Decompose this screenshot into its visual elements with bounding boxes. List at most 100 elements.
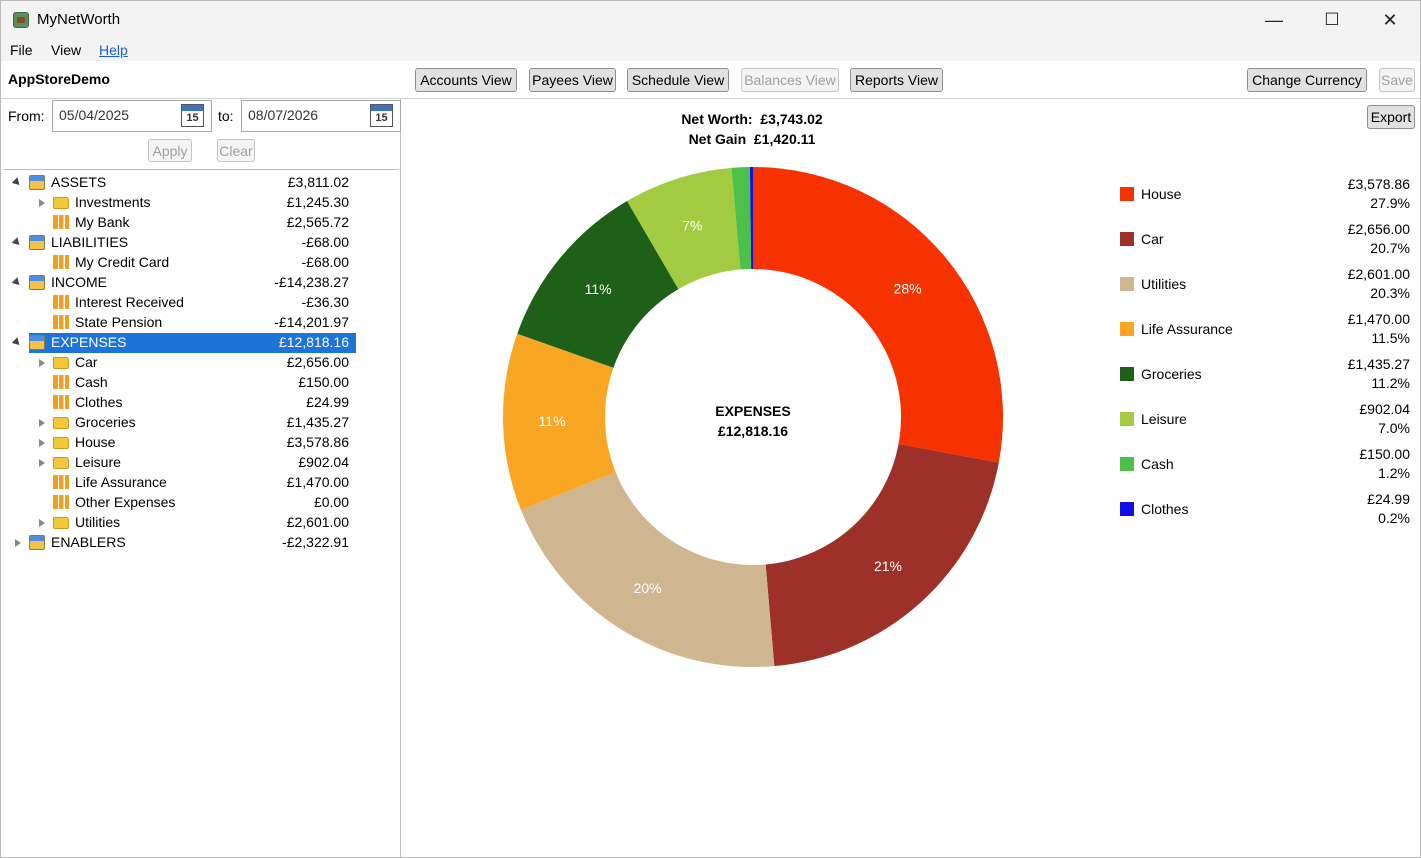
apply-button[interactable]: Apply [148, 139, 192, 162]
tree-item-name: Investments [75, 194, 151, 210]
to-date-picker[interactable]: 08/07/2026 15 [241, 100, 401, 132]
tree-row[interactable]: ASSETS £3,811.02 [3, 173, 399, 193]
reports-view-button[interactable]: Reports View [850, 68, 943, 92]
from-date-value: 05/04/2025 [59, 107, 130, 123]
tree-item-amount: £24.99 [306, 394, 349, 410]
category-icon [53, 475, 69, 489]
tree-item-amount: -£68.00 [301, 254, 349, 270]
collapsed-arrow-icon[interactable] [39, 359, 45, 367]
tree-row[interactable]: Groceries £1,435.27 [3, 413, 399, 433]
folder-icon [53, 517, 69, 529]
schedule-view-button[interactable]: Schedule View [627, 68, 729, 92]
tree-row[interactable]: Investments £1,245.30 [3, 193, 399, 213]
calendar-icon[interactable]: 15 [181, 104, 204, 127]
minimize-button[interactable]: — [1245, 1, 1303, 39]
legend-item: Clothes £24.99 0.2% [1120, 488, 1416, 528]
category-icon [53, 295, 69, 309]
menu-view[interactable]: View [51, 42, 81, 58]
tree-row[interactable]: My Credit Card -£68.00 [3, 253, 399, 273]
donut-slice-car[interactable] [765, 444, 999, 667]
tree-item-amount: £1,470.00 [286, 474, 349, 490]
payees-view-button[interactable]: Payees View [529, 68, 616, 92]
tree-item-amount: -£14,238.27 [274, 274, 349, 290]
collapsed-arrow-icon[interactable] [39, 439, 45, 447]
expanded-arrow-icon[interactable] [11, 277, 23, 288]
account-icon [29, 175, 45, 190]
tree-row[interactable]: Utilities £2,601.00 [3, 513, 399, 533]
collapsed-arrow-icon[interactable] [39, 419, 45, 427]
from-date-picker[interactable]: 05/04/2025 15 [52, 100, 212, 132]
legend-item: Life Assurance £1,470.00 11.5% [1120, 308, 1416, 348]
calendar-icon[interactable]: 15 [370, 104, 393, 127]
tree-item-amount: £0.00 [313, 494, 349, 510]
tree-row[interactable]: LIABILITIES -£68.00 [3, 233, 399, 253]
tree-item-name: Leisure [75, 454, 121, 470]
balances-view-button[interactable]: Balances View [741, 68, 839, 92]
maximize-button[interactable]: ☐ [1303, 1, 1361, 39]
tree-item-amount: £902.04 [298, 454, 349, 470]
export-button[interactable]: Export [1367, 105, 1415, 129]
tree-row[interactable]: Cash £150.00 [3, 373, 399, 393]
account-icon [29, 235, 45, 250]
expenses-donut-chart[interactable]: 28% 21% 20% 11% 11% 7% EXPENSES £12,818.16 [402, 99, 1102, 799]
slice-percent-label: 11% [585, 281, 612, 297]
tree-item-name: Utilities [75, 514, 121, 530]
tree-row[interactable]: House £3,578.86 [3, 433, 399, 453]
tree-item-name: House [75, 434, 116, 450]
tree-row[interactable]: INCOME -£14,238.27 [3, 273, 399, 293]
tree-row[interactable]: Other Expenses £0.00 [3, 493, 399, 513]
chart-center-value: £12,818.16 [718, 423, 788, 439]
tree-row[interactable]: My Bank £2,565.72 [3, 213, 399, 233]
category-icon [53, 495, 69, 509]
legend-percent: 27.9% [1370, 195, 1410, 211]
collapsed-arrow-icon[interactable] [39, 459, 45, 467]
tree-row[interactable]: Car £2,656.00 [3, 353, 399, 373]
collapsed-arrow-icon[interactable] [15, 539, 21, 547]
tree-item-name: INCOME [51, 274, 107, 290]
close-button[interactable]: ✕ [1361, 1, 1419, 39]
tree-item-amount: £150.00 [298, 374, 349, 390]
tree-item-amount: £3,811.02 [287, 174, 349, 190]
tree-row[interactable]: State Pension -£14,201.97 [3, 313, 399, 333]
save-button[interactable]: Save [1379, 68, 1415, 92]
folder-icon [53, 417, 69, 429]
change-currency-button[interactable]: Change Currency [1247, 68, 1367, 92]
tree-item-amount: £2,565.72 [286, 214, 349, 230]
legend-amount: £3,578.86 [1347, 176, 1410, 192]
account-tree[interactable]: ASSETS £3,811.02 Investments £1,245.30 My Ba… [3, 169, 399, 857]
accounts-view-button[interactable]: Accounts View [415, 68, 517, 92]
donut-slice-utilities[interactable] [520, 472, 775, 667]
tree-row[interactable]: Interest Received -£36.30 [3, 293, 399, 313]
tree-item-amount: -£36.30 [301, 294, 349, 310]
report-area: Net Worth: £3,743.02 Net Gain £1,420.11 … [402, 99, 1420, 857]
collapsed-arrow-icon[interactable] [39, 519, 45, 527]
expanded-arrow-icon[interactable] [11, 337, 23, 348]
tree-item-name: My Bank [75, 214, 130, 230]
legend-name: Leisure [1141, 411, 1187, 427]
tree-row[interactable]: Clothes £24.99 [3, 393, 399, 413]
legend-item: Cash £150.00 1.2% [1120, 443, 1416, 483]
legend-percent: 7.0% [1378, 420, 1410, 436]
clear-button[interactable]: Clear [217, 139, 255, 162]
profile-name: AppStoreDemo [8, 71, 110, 87]
chart-center-title: EXPENSES [715, 403, 790, 419]
tree-item-name: Car [75, 354, 98, 370]
collapsed-arrow-icon[interactable] [39, 199, 45, 207]
to-label: to: [218, 108, 234, 124]
legend-percent: 11.5% [1371, 330, 1410, 346]
tree-row[interactable]: ENABLERS -£2,322.91 [3, 533, 399, 553]
menu-bar: File View Help [1, 39, 1420, 61]
account-icon [29, 275, 45, 290]
tree-item-name: ENABLERS [51, 534, 126, 550]
menu-file[interactable]: File [10, 42, 33, 58]
legend-name: Clothes [1141, 501, 1189, 517]
tree-row[interactable]: EXPENSES £12,818.16 [3, 333, 399, 353]
tree-row[interactable]: Life Assurance £1,470.00 [3, 473, 399, 493]
expanded-arrow-icon[interactable] [11, 177, 23, 188]
title-bar: MyNetWorth — ☐ ✕ [1, 1, 1420, 39]
menu-help[interactable]: Help [99, 42, 128, 58]
expanded-arrow-icon[interactable] [11, 237, 23, 248]
legend-item: Car £2,656.00 20.7% [1120, 218, 1416, 258]
legend-name: Car [1141, 231, 1164, 247]
tree-row[interactable]: Leisure £902.04 [3, 453, 399, 473]
